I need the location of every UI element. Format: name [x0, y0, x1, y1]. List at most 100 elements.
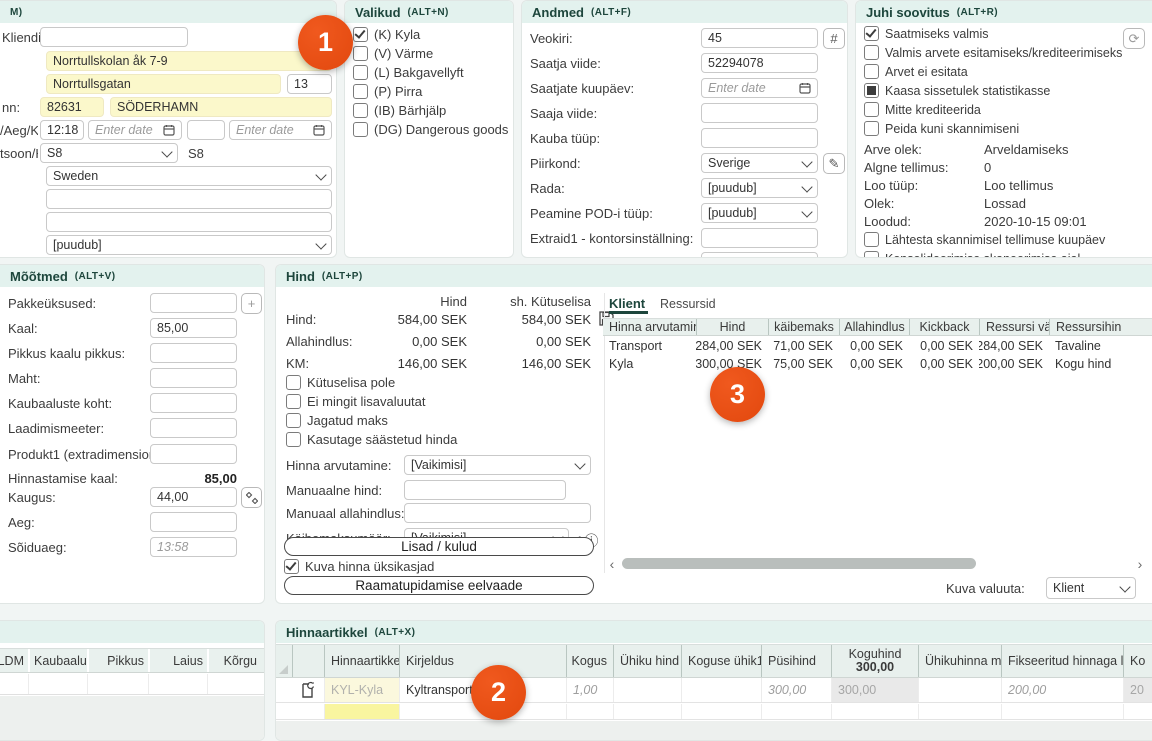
document-refresh-icon[interactable]	[300, 681, 316, 699]
date-field-2[interactable]: Enter date	[229, 120, 332, 140]
checkbox-lahtesta-skannimisel[interactable]: Lähtesta skannimisel tellimuse kuupäev	[864, 232, 1105, 247]
extra-field-1[interactable]	[46, 189, 332, 209]
checkbox-arvet-ei-esitata[interactable]: Arvet ei esitata	[864, 64, 968, 79]
klient-row-kyla[interactable]: Kyla 300,00 SEK 75,00 SEK 0,00 SEK 0,00 …	[603, 355, 1152, 373]
checkbox-icon	[864, 102, 879, 117]
kauba-tuup-input[interactable]	[701, 128, 818, 148]
checkbox-icon	[864, 83, 879, 98]
hinna-arvutamine-select[interactable]: [Vaikimisi]	[404, 455, 591, 475]
route-distance-button[interactable]	[241, 487, 262, 508]
checkbox-kyla[interactable]: (K) Kyla	[353, 27, 420, 42]
calendar-icon	[313, 124, 325, 136]
horizontal-scrollbar-thumb[interactable]	[622, 558, 976, 569]
time-field[interactable]: 12:18	[40, 120, 84, 140]
tab-ressursid[interactable]: Ressursid	[660, 297, 716, 311]
kaubaaluste-koht-label: Kaubaaluste koht:	[8, 396, 112, 411]
currency-select[interactable]: Klient	[1046, 577, 1136, 599]
extra-field-2[interactable]	[46, 212, 332, 232]
customer-name-field[interactable]: Norrtullskolan åk 7-9	[46, 51, 332, 71]
checkbox-konsolideerimise[interactable]: Konsolideerimise skaneerimise ajal	[864, 251, 1080, 258]
checkbox-pirra[interactable]: (P) Pirra	[353, 84, 422, 99]
chevron-down-icon	[315, 169, 326, 180]
manuaalne-hind-input[interactable]	[404, 480, 566, 500]
hinnastamise-kaal-value: 85,00	[150, 471, 237, 486]
soiduaeg-input[interactable]: 13:58	[150, 537, 237, 557]
koguhind-total: 300,00	[856, 661, 894, 674]
soiduaeg-label: Sõiduaeg:	[8, 540, 67, 555]
kliendi-input[interactable]	[40, 27, 188, 47]
checkbox-kuva-hinna-uksikasjad[interactable]: Kuva hinna üksikasjad	[284, 559, 434, 574]
veokiri-input[interactable]: 45	[701, 28, 818, 48]
checkbox-kutuselisa-pole[interactable]: Kütuselisa pole	[286, 375, 395, 390]
piirkond-label: Piirkond:	[530, 156, 581, 171]
maht-input[interactable]	[150, 368, 237, 388]
edit-region-button[interactable]: ✎	[823, 153, 845, 174]
pakkeuksused-input[interactable]	[150, 293, 237, 313]
saatjate-kuupaev-input[interactable]: Enter date	[701, 78, 818, 98]
route-icon	[246, 492, 258, 504]
checkbox-barhjalp[interactable]: (IB) Bärhjälp	[353, 103, 446, 118]
checkbox-mitte-krediteerida[interactable]: Mitte krediteerida	[864, 102, 981, 117]
number-button[interactable]: #	[823, 28, 845, 49]
extras-costs-button[interactable]: Lisad / kulud	[284, 537, 594, 556]
saaja-viide-input[interactable]	[701, 103, 818, 123]
scroll-right-arrow[interactable]: ›	[1134, 557, 1146, 571]
street-number-field[interactable]: 13	[287, 74, 332, 94]
hash-icon: #	[830, 31, 837, 46]
missing-select[interactable]: [puudub]	[46, 235, 332, 255]
saatja-viide-input[interactable]: 52294078	[701, 53, 818, 73]
klient-row-transport[interactable]: Transport 284,00 SEK 71,00 SEK 0,00 SEK …	[603, 337, 1152, 355]
chevron-down-icon	[801, 181, 812, 192]
zone-select[interactable]: S8	[40, 143, 178, 163]
pod-tuup-label: Peamine POD-i tüüp:	[530, 206, 653, 221]
clipped-input[interactable]	[701, 252, 818, 258]
valikud-panel-header: Valikud (ALT+N)	[345, 1, 513, 23]
hinnaartikkel-new-row[interactable]	[276, 704, 1152, 720]
checkbox-bakgavellyft[interactable]: (L) Bakgavellyft	[353, 65, 464, 80]
annotation-badge-3: 3	[710, 367, 765, 422]
add-package-button[interactable]: +	[241, 293, 262, 314]
rada-select[interactable]: [puudub]	[701, 178, 818, 198]
checkbox-jagatud-maks[interactable]: Jagatud maks	[286, 413, 388, 428]
extraid1-input[interactable]	[701, 228, 818, 248]
laadimismeeter-input[interactable]	[150, 418, 237, 438]
accounting-preview-button[interactable]: Raamatupidamise eelvaade	[284, 576, 594, 595]
aeg-input[interactable]	[150, 512, 237, 532]
scroll-left-arrow[interactable]: ‹	[606, 557, 618, 571]
kaubaaluste-koht-input[interactable]	[150, 393, 237, 413]
country-select[interactable]: Sweden	[46, 166, 332, 186]
checkbox-varme[interactable]: (V) Värme	[353, 46, 433, 61]
hinnaartikkel-row[interactable]: KYL-Kyla Kyltransporter 1,00 300,00 300,…	[276, 678, 1152, 703]
new-entry-cell[interactable]	[324, 704, 399, 719]
checkbox-saastetud-hind[interactable]: Kasutage säästetud hinda	[286, 432, 457, 447]
produkt1-input[interactable]	[150, 444, 237, 464]
checkbox-kaasa-sissetulek[interactable]: Kaasa sissetulek statistikasse	[864, 83, 1050, 98]
checkbox-icon	[864, 232, 879, 247]
piirkond-select[interactable]: Sverige	[701, 153, 818, 173]
street-field[interactable]: Norrtullsgatan	[46, 74, 281, 94]
refresh-button[interactable]: ⟳	[1123, 28, 1145, 49]
checkbox-ei-lisavaluutat[interactable]: Ei mingit lisavaluutat	[286, 394, 426, 409]
kaugus-input[interactable]: 44,00	[150, 487, 237, 507]
checkbox-peida-kuni[interactable]: Peida kuni skannimiseni	[864, 121, 1019, 136]
arve-olek-label: Arve olek:	[864, 142, 922, 157]
ldm-table-header: LDM Kaubaalu Pikkus Laius Kõrgu	[0, 648, 265, 673]
tab-klient[interactable]: Klient	[609, 296, 645, 311]
time-field-2[interactable]	[187, 120, 225, 140]
pikkus-input[interactable]	[150, 343, 237, 363]
checkbox-dangerous-goods[interactable]: (DG) Dangerous goods	[353, 122, 508, 137]
zip-field[interactable]: 82631	[40, 97, 104, 117]
checkbox-valmis-arvete[interactable]: Valmis arvete esitamiseks/krediteerimise…	[864, 45, 1122, 60]
hind-fuel-value: 584,00 SEK	[491, 312, 591, 327]
manuaal-allahindlus-label: Manuaal allahindlus:	[286, 506, 405, 521]
ldm-empty-row[interactable]	[0, 674, 265, 695]
andmed-panel: Andmed (ALT+F) Veokiri: 45 # Saatja viid…	[521, 0, 848, 258]
grid-corner-expander[interactable]	[279, 665, 288, 674]
checkbox-saatmiseks-valmis[interactable]: Saatmiseks valmis	[864, 26, 989, 41]
km-value: 146,00 SEK	[376, 356, 467, 371]
manuaal-allahindlus-input[interactable]	[404, 503, 591, 523]
date-field-1[interactable]: Enter date	[88, 120, 182, 140]
city-field[interactable]: SÖDERHAMN	[110, 97, 332, 117]
pod-tuup-select[interactable]: [puudub]	[701, 203, 818, 223]
kaal-input[interactable]: 85,00	[150, 318, 237, 338]
